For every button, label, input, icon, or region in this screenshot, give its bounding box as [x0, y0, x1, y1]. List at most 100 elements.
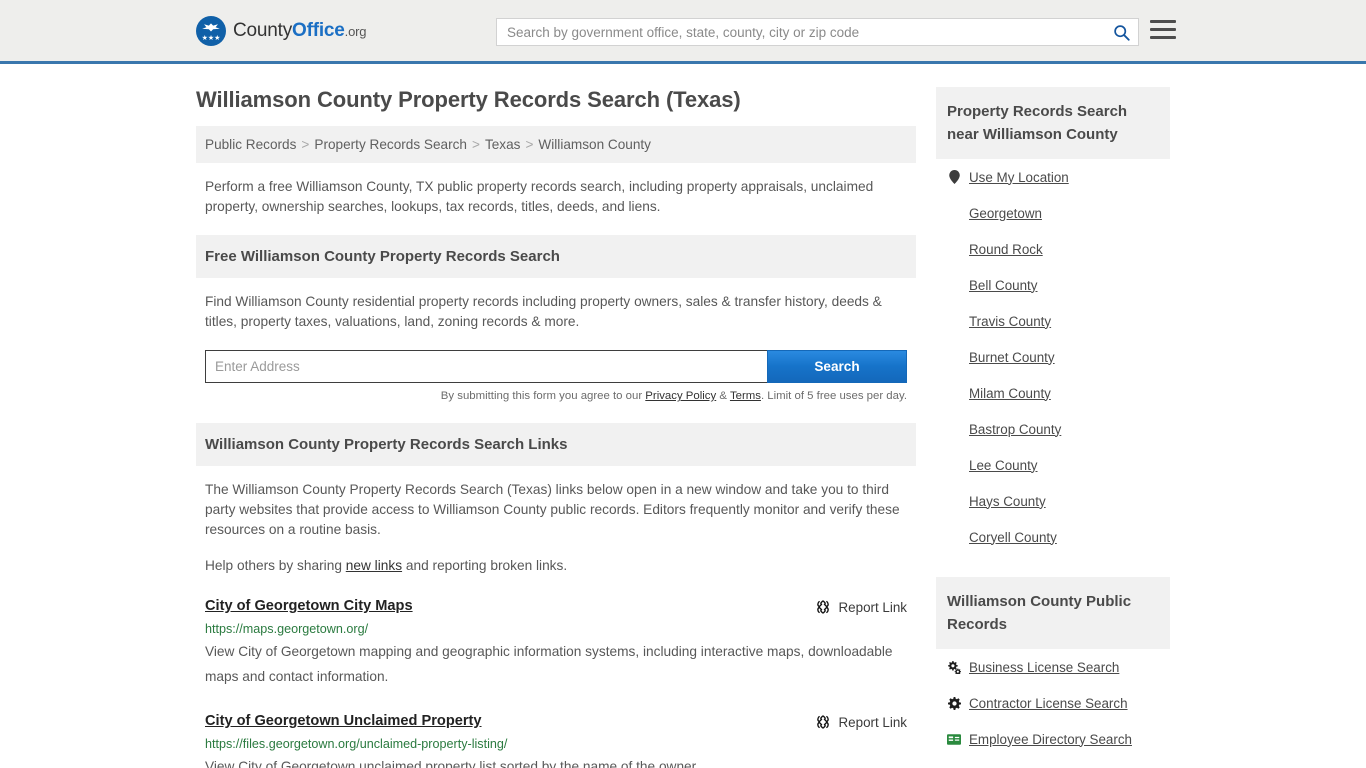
stars-glyph: ★★★ — [196, 35, 226, 42]
sidebar-link-hays-county[interactable]: Hays County — [969, 494, 1046, 509]
result-description: View City of Georgetown unclaimed proper… — [205, 754, 907, 768]
report-link-button[interactable]: Report Link — [815, 598, 907, 615]
result-title-link[interactable]: City of Georgetown Unclaimed Property — [205, 713, 482, 729]
sidebar-item-employee-directory-search[interactable]: Employee Directory Search — [947, 721, 1159, 757]
unlink-icon — [815, 599, 831, 615]
free-search-heading: Free Williamson County Property Records … — [196, 235, 916, 278]
search-button[interactable]: Search — [767, 350, 907, 383]
result-url: https://maps.georgetown.org/ — [205, 622, 907, 636]
legal-amp: & — [716, 390, 730, 402]
sidebar-item-lee-county[interactable]: Lee County — [947, 447, 1159, 483]
hamburger-menu-icon[interactable] — [1150, 20, 1176, 39]
sidebar-link-milam-county[interactable]: Milam County — [969, 386, 1051, 401]
breadcrumb-separator: > — [301, 137, 309, 152]
result-item: City of Georgetown Unclaimed Property Re… — [196, 713, 916, 768]
form-legal-text: By submitting this form you agree to our… — [205, 390, 907, 402]
breadcrumb-separator: > — [472, 137, 480, 152]
sidebar-item-coryell-county[interactable]: Coryell County — [947, 519, 1159, 555]
report-link-button[interactable]: Report Link — [815, 713, 907, 730]
breadcrumb-item-public-records[interactable]: Public Records — [205, 137, 296, 152]
sidebar-item-hays-county[interactable]: Hays County — [947, 483, 1159, 519]
sidebar-link-burnet-county[interactable]: Burnet County — [969, 350, 1055, 365]
site-header: ★★★ CountyOffice.org — [0, 0, 1366, 64]
help-share-text: Help others by sharing new links and rep… — [196, 556, 916, 576]
sidebar-item-use-my-location[interactable]: Use My Location — [947, 159, 1159, 195]
sidebar-item-business-license-search[interactable]: Business License Search — [947, 649, 1159, 685]
brand-office: Office — [292, 20, 345, 41]
breadcrumb-separator: > — [525, 137, 533, 152]
result-header: City of Georgetown City Maps Report Link — [205, 598, 907, 615]
free-search-description: Find Williamson County residential prope… — [196, 292, 916, 332]
sidebar-public-records-heading: Williamson County Public Records — [936, 577, 1170, 649]
new-links-link[interactable]: new links — [346, 558, 402, 573]
gear-icon — [947, 697, 961, 710]
address-card-icon — [947, 734, 961, 745]
links-section-description: The Williamson County Property Records S… — [196, 480, 916, 540]
breadcrumb: Public Records > Property Records Search > T… — [196, 126, 916, 163]
search-input[interactable] — [497, 19, 1104, 45]
sidebar-item-burnet-county[interactable]: Burnet County — [947, 339, 1159, 375]
intro-paragraph: Perform a free Williamson County, TX pub… — [196, 177, 916, 217]
sidebar-item-bell-county[interactable]: Bell County — [947, 267, 1159, 303]
report-link-label: Report Link — [839, 715, 907, 730]
site-logo[interactable]: ★★★ CountyOffice.org — [196, 16, 366, 46]
result-description: View City of Georgetown mapping and geog… — [205, 639, 907, 689]
sidebar-link-round-rock[interactable]: Round Rock — [969, 242, 1043, 257]
sidebar-item-milam-county[interactable]: Milam County — [947, 375, 1159, 411]
breadcrumb-item-williamson-county[interactable]: Williamson County — [538, 137, 651, 152]
global-search-bar[interactable] — [496, 18, 1139, 46]
brand-org: .org — [345, 24, 367, 39]
eagle-shield-icon: ★★★ — [196, 16, 226, 46]
sidebar-link-bell-county[interactable]: Bell County — [969, 278, 1037, 293]
sidebar-link-lee-county[interactable]: Lee County — [969, 458, 1038, 473]
breadcrumb-item-texas[interactable]: Texas — [485, 137, 521, 152]
map-pin-icon — [947, 170, 961, 184]
sidebar-item-bastrop-county[interactable]: Bastrop County — [947, 411, 1159, 447]
result-url: https://files.georgetown.org/unclaimed-p… — [205, 737, 907, 751]
cogs-glyph — [947, 661, 961, 674]
result-title-link[interactable]: City of Georgetown City Maps — [205, 598, 413, 614]
sidebar-item-round-rock[interactable]: Round Rock — [947, 231, 1159, 267]
page-title: Williamson County Property Records Searc… — [196, 87, 916, 113]
sidebar-public-records-list: Business License Search Contractor Licen… — [936, 649, 1170, 757]
sidebar-item-contractor-license-search[interactable]: Contractor License Search — [947, 685, 1159, 721]
search-glyph — [1113, 24, 1130, 41]
brand-wordmark: CountyOffice.org — [233, 20, 366, 42]
hamburger-bar — [1150, 36, 1176, 39]
result-header: City of Georgetown Unclaimed Property Re… — [205, 713, 907, 730]
help-prefix: Help others by sharing — [205, 558, 346, 573]
legal-prefix: By submitting this form you agree to our — [441, 390, 646, 402]
sidebar-link-georgetown[interactable]: Georgetown — [969, 206, 1042, 221]
unlink-icon — [815, 714, 831, 730]
cogs-icon — [947, 661, 961, 674]
breadcrumb-item-property-records-search[interactable]: Property Records Search — [314, 137, 467, 152]
sidebar-nearby-list: Use My Location Georgetown Round Rock Be… — [936, 159, 1170, 555]
sidebar-link-employee-directory-search[interactable]: Employee Directory Search — [969, 732, 1132, 747]
sidebar: Property Records Search near Williamson … — [936, 87, 1170, 757]
report-link-label: Report Link — [839, 600, 907, 615]
map-pin-glyph — [949, 170, 960, 184]
sidebar-link-use-my-location[interactable]: Use My Location — [969, 170, 1069, 185]
sidebar-link-business-license-search[interactable]: Business License Search — [969, 660, 1119, 675]
links-section-heading: Williamson County Property Records Searc… — [196, 423, 916, 466]
search-icon[interactable] — [1104, 19, 1138, 45]
privacy-policy-link[interactable]: Privacy Policy — [645, 390, 716, 402]
gear-glyph — [948, 697, 961, 710]
result-item: City of Georgetown City Maps Report Link… — [196, 598, 916, 689]
address-card-glyph — [947, 734, 961, 745]
sidebar-item-georgetown[interactable]: Georgetown — [947, 195, 1159, 231]
sidebar-link-coryell-county[interactable]: Coryell County — [969, 530, 1057, 545]
hamburger-bar — [1150, 20, 1176, 23]
hamburger-bar — [1150, 28, 1176, 31]
sidebar-link-bastrop-county[interactable]: Bastrop County — [969, 422, 1061, 437]
sidebar-public-records-block: Williamson County Public Records Busines… — [936, 577, 1170, 757]
sidebar-link-travis-county[interactable]: Travis County — [969, 314, 1051, 329]
address-input[interactable] — [205, 350, 767, 383]
help-suffix: and reporting broken links. — [402, 558, 567, 573]
sidebar-link-contractor-license-search[interactable]: Contractor License Search — [969, 696, 1128, 711]
eagle-glyph — [201, 23, 221, 32]
main-content: Williamson County Property Records Searc… — [196, 64, 916, 768]
terms-link[interactable]: Terms — [730, 390, 761, 402]
sidebar-item-travis-county[interactable]: Travis County — [947, 303, 1159, 339]
sidebar-nearby-heading: Property Records Search near Williamson … — [936, 87, 1170, 159]
